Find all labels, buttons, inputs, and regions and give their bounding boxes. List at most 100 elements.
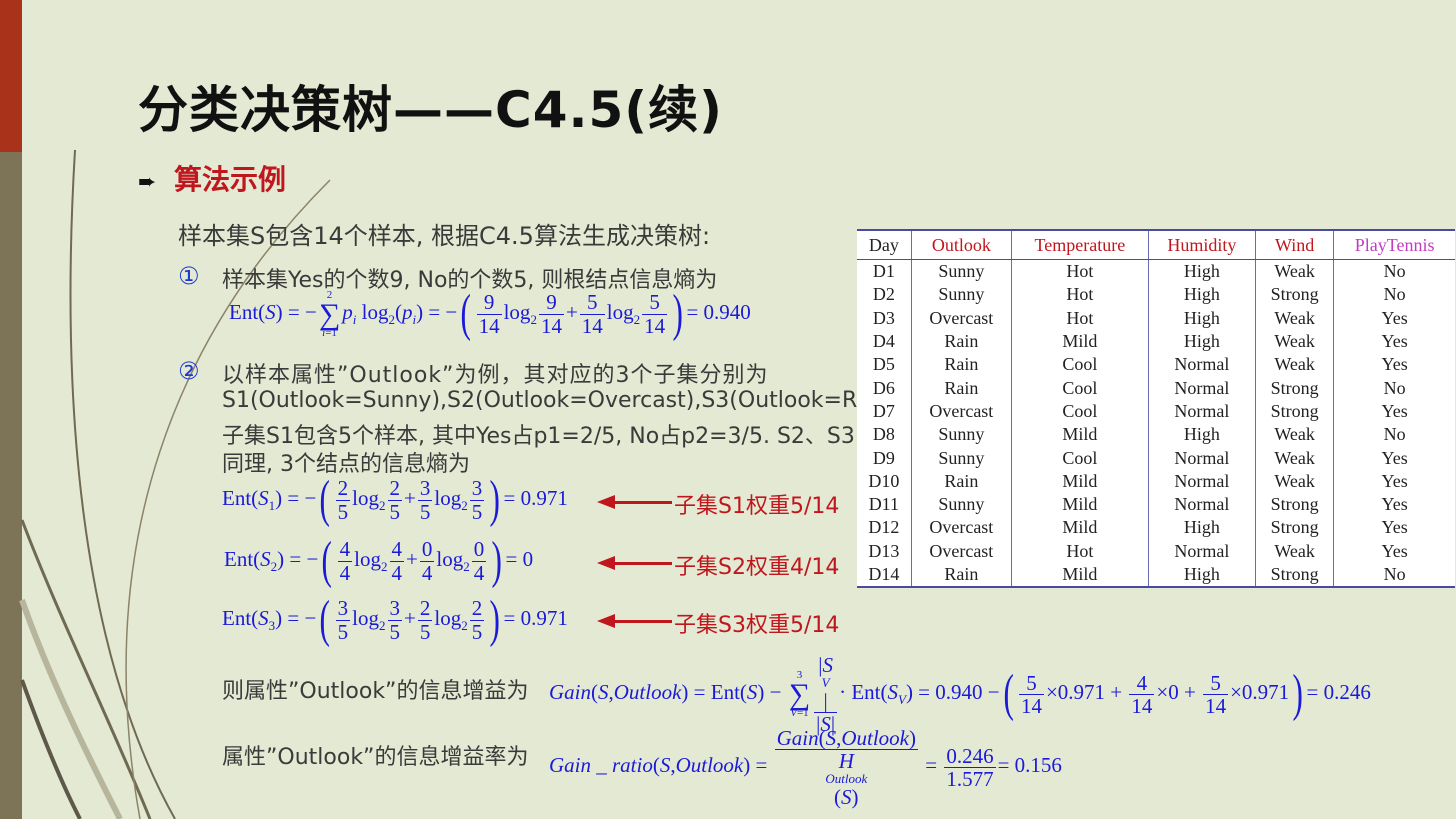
table-cell: Normal [1148, 376, 1256, 400]
root-entropy-formula: Ent(S) = −2 ∑ i=1pi log2(pi) = −(9 14 log2 9 1… [229, 285, 751, 342]
gain-result: = 0.246 [1306, 680, 1371, 705]
slide-title: 分类决策树——C4.5(续) [138, 81, 723, 139]
table-cell: Normal [1148, 469, 1256, 493]
table-cell: D8 [857, 423, 912, 447]
table-row: D13 Overcast Hot Normal Weak Yes [857, 539, 1455, 563]
table-header-cell: Temperature [1011, 229, 1149, 260]
table-row: D8 Sunny Mild High Weak No [857, 423, 1455, 447]
table-cell: Hot [1011, 259, 1149, 284]
table-cell: Mild [1011, 423, 1149, 447]
table-cell: Normal [1148, 353, 1256, 377]
table-cell: Hot [1011, 306, 1149, 330]
table-cell: No [1383, 261, 1406, 282]
table-cell: Overcast [911, 539, 1012, 563]
table-row: D6 Rain Cool Normal Strong No [857, 376, 1455, 400]
subset-s3-weight: 子集S3权重5/14 [674, 613, 840, 638]
table-cell: Yes [1381, 540, 1408, 561]
step2-line2: S1(Outlook=Sunny),S2(Outlook=Overcast),S… [222, 388, 907, 413]
table-cell: Weak [1255, 446, 1335, 470]
table-cell: Normal [1148, 446, 1256, 470]
table-header-cell: Outlook [911, 229, 1012, 260]
table-cell: Normal [1148, 399, 1256, 424]
arrow-s3-line [612, 620, 672, 623]
subset-s1-weight: 子集S1权重5/14 [674, 494, 840, 519]
table-cell: High [1148, 259, 1256, 284]
table-cell: Mild [1011, 329, 1149, 354]
table-cell: D3 [857, 306, 912, 330]
table-cell: Normal [1148, 492, 1256, 517]
table-cell: No [1383, 377, 1406, 398]
table-cell: High [1148, 283, 1256, 307]
table-cell: Yes [1381, 331, 1408, 352]
table-cell: Mild [1011, 469, 1149, 493]
table-cell: Cool [1011, 376, 1149, 400]
table-cell: Yes [1381, 517, 1408, 538]
step2-line1: 以样本属性”Outlook”为例，其对应的3个子集分别为 [222, 363, 769, 388]
table-cell: Cool [1011, 446, 1149, 470]
table-cell: Mild [1011, 562, 1149, 589]
table-cell: Sunny [911, 259, 1012, 284]
table-row: D7 Overcast Cool Normal Strong Yes [857, 399, 1455, 424]
table-cell: Mild [1011, 516, 1149, 540]
gain-ratio-text: 属性”Outlook”的信息增益率为 [222, 745, 529, 770]
table-cell: Normal [1148, 539, 1256, 563]
gain-ratio-result: = 0.156 [997, 753, 1062, 778]
table-cell: Yes [1381, 447, 1408, 468]
table-cell: Hot [1011, 283, 1149, 307]
entropy-s2-result: = 0 [505, 546, 534, 571]
table-cell: Strong [1255, 376, 1335, 400]
table-cell: Overcast [911, 399, 1012, 424]
table-cell: Weak [1255, 329, 1335, 354]
table-cell: Weak [1255, 469, 1335, 493]
entropy-s1-formula: Ent(S1) = −(2 5 log2 2 5 +3 5 log2 3 5) = 0.971 [222, 471, 568, 528]
subset-s2-weight: 子集S2权重4/14 [674, 555, 840, 580]
table-cell: Rain [911, 353, 1012, 377]
table-cell: High [1148, 423, 1256, 447]
table-row: D10 Rain Mild Normal Weak Yes [857, 469, 1455, 493]
entropy-s2-formula: Ent(S2) = −(4 4 log2 4 4 +0 4 log2 0 4) = 0 [224, 532, 534, 589]
table-header-row: Day Outlook Temperature Humidity Wind PlayTen… [857, 229, 1455, 260]
table-cell: Strong [1255, 492, 1335, 517]
arrow-s1-line [612, 501, 672, 504]
table-cell: High [1148, 306, 1256, 330]
table-cell: Rain [911, 469, 1012, 493]
table-cell: High [1148, 329, 1256, 354]
table-cell: Weak [1255, 539, 1335, 563]
table-header-cell: Wind [1255, 229, 1335, 260]
table-cell: D13 [857, 539, 912, 563]
gain-ratio-formula: Gain _ ratio(S,Outlook) = Gain(S,Outlook… [549, 726, 1062, 809]
play-tennis-table: Day Outlook Temperature Humidity Wind PlayTen… [857, 229, 1455, 589]
table-row: D2 Sunny Hot High Strong No [857, 283, 1455, 307]
table-cell: Sunny [911, 423, 1012, 447]
table-cell: Weak [1255, 423, 1335, 447]
bullet-arrow-icon: ➨ [138, 170, 157, 195]
table-cell: D10 [857, 469, 912, 493]
table-cell: Cool [1011, 399, 1149, 424]
step1-marker: ① [178, 262, 200, 290]
table-cell: Strong [1255, 562, 1335, 589]
table-row: D14 Rain Mild High Strong No [857, 562, 1455, 589]
table-row: D4 Rain Mild High Weak Yes [857, 329, 1455, 354]
table-cell: D7 [857, 399, 912, 424]
table-cell: Strong [1255, 399, 1335, 424]
table-cell: Mild [1011, 492, 1149, 517]
table-cell: Cool [1011, 353, 1149, 377]
table-cell: Weak [1255, 353, 1335, 377]
table-header-cell: PlayTennis [1333, 229, 1455, 260]
table-cell: D12 [857, 516, 912, 540]
entropy-s1-result: = 0.971 [503, 485, 568, 510]
table-cell: D5 [857, 353, 912, 377]
table-cell: Yes [1381, 400, 1408, 421]
table-row: D9 Sunny Cool Normal Weak Yes [857, 446, 1455, 470]
table-cell: Strong [1255, 516, 1335, 540]
table-row: D5 Rain Cool Normal Weak Yes [857, 353, 1455, 377]
table-cell: D4 [857, 329, 912, 354]
table-cell: Yes [1381, 307, 1408, 328]
table-cell: High [1148, 562, 1256, 589]
root-entropy-result: = 0.940 [686, 299, 751, 324]
table-cell: Sunny [911, 283, 1012, 307]
table-cell: D1 [857, 259, 912, 284]
table-cell: Rain [911, 329, 1012, 354]
table-cell: D2 [857, 283, 912, 307]
table-cell: Rain [911, 376, 1012, 400]
